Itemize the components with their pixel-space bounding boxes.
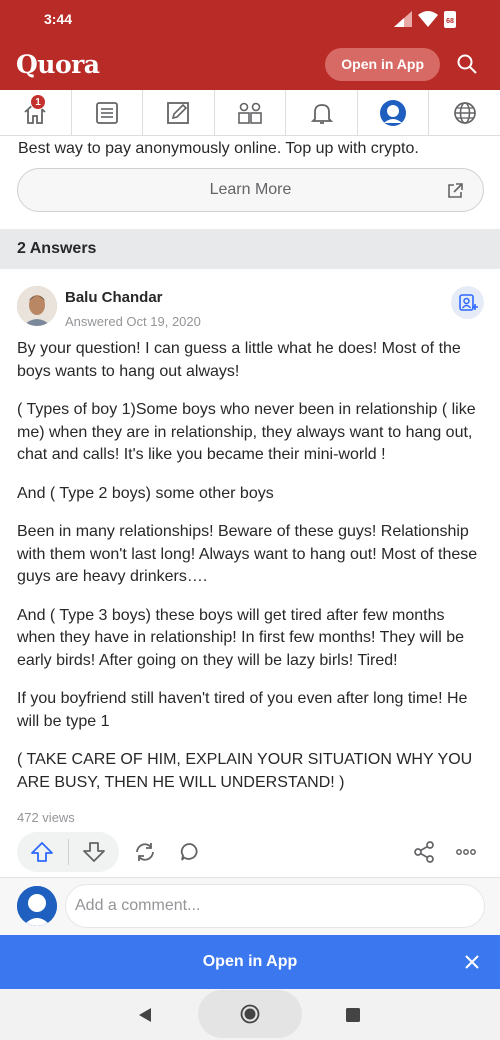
answer-paragraph: ( Types of boy 1)Some boys who never bee…: [17, 401, 476, 463]
comment-input[interactable]: Add a comment...: [65, 884, 485, 928]
profile-icon: [380, 99, 407, 126]
notification-badge: 1: [30, 94, 46, 110]
learn-more-button[interactable]: Learn More: [17, 168, 484, 212]
answer-body: By your question! I can guess a little w…: [17, 338, 484, 810]
status-time: 3:44: [44, 11, 73, 27]
edit-icon: [167, 101, 190, 124]
nav-home[interactable]: 1: [0, 90, 72, 135]
follow-user-icon: [458, 293, 478, 311]
search-button[interactable]: [450, 47, 484, 81]
share-repost-button[interactable]: [131, 838, 159, 866]
answer-list-icon: [95, 101, 118, 124]
more-icon: [456, 849, 476, 855]
answer-paragraph: ( TAKE CARE OF HIM, EXPLAIN YOUR SITUATI…: [17, 751, 473, 791]
quora-logo[interactable]: Quora: [16, 50, 100, 79]
spaces-icon: [238, 102, 262, 124]
ad-text: Best way to pay anonymously online. Top …: [18, 140, 419, 157]
signal-icon: [394, 11, 412, 27]
nav-profile[interactable]: [358, 90, 430, 135]
banner-label: Open in App: [202, 953, 298, 970]
view-count: 472 views: [17, 810, 75, 825]
answer-paragraph: By your question! I can guess a little w…: [17, 340, 461, 380]
nav-spaces[interactable]: [215, 90, 287, 135]
home-button-icon[interactable]: [240, 1004, 260, 1024]
recents-icon[interactable]: [346, 1008, 360, 1022]
more-options-button[interactable]: [452, 838, 480, 866]
comment-icon: [180, 843, 198, 861]
upvote-icon: [31, 842, 54, 862]
answers-count-header: 2 Answers: [0, 229, 500, 269]
answer-paragraph: If you boyfriend still haven't tired of …: [17, 690, 468, 730]
author-photo: [17, 286, 57, 326]
battery-icon: 68: [444, 10, 456, 28]
author-avatar[interactable]: [17, 286, 57, 326]
status-icons: 68: [394, 10, 456, 28]
status-bar: 3:44 68: [0, 0, 500, 38]
answer-paragraph: Been in many relationships! Beware of th…: [17, 523, 478, 585]
downvote-button[interactable]: [68, 832, 119, 872]
nav-notifications[interactable]: [286, 90, 358, 135]
default-avatar-icon: [17, 886, 57, 926]
comment-button[interactable]: [176, 838, 204, 866]
vote-controls: [17, 832, 119, 872]
open-in-app-button[interactable]: Open in App: [325, 47, 440, 81]
close-icon[interactable]: [462, 952, 482, 972]
top-nav: 1: [0, 90, 500, 136]
app-header: Quora Open in App: [0, 38, 500, 90]
share-icon: [414, 841, 434, 863]
repost-icon: [136, 843, 154, 861]
follow-author-button[interactable]: [451, 286, 484, 319]
nav-answer[interactable]: [143, 90, 215, 135]
answer-paragraph: And ( Type 3 boys) these boys will get t…: [17, 606, 465, 669]
nav-following[interactable]: [72, 90, 144, 135]
search-icon: [457, 54, 477, 74]
user-avatar: [17, 886, 57, 926]
bell-icon: [310, 103, 333, 124]
answered-date: Answered Oct 19, 2020: [65, 314, 201, 329]
open-in-app-banner[interactable]: Open in App: [0, 935, 500, 989]
answer-paragraph: And ( Type 2 boys) some other boys: [17, 484, 274, 502]
android-nav-bar: [0, 989, 500, 1040]
learn-more-label: Learn More: [209, 181, 292, 198]
share-button[interactable]: [410, 838, 438, 866]
back-icon[interactable]: [138, 1007, 152, 1023]
author-name[interactable]: Balu Chandar: [65, 289, 163, 306]
nav-languages[interactable]: [429, 90, 500, 135]
external-link-icon: [448, 183, 463, 198]
wifi-icon: [418, 11, 438, 27]
downvote-icon: [82, 842, 105, 862]
comment-row: Add a comment...: [0, 877, 500, 935]
globe-icon: [453, 101, 476, 124]
upvote-button[interactable]: [17, 832, 68, 872]
